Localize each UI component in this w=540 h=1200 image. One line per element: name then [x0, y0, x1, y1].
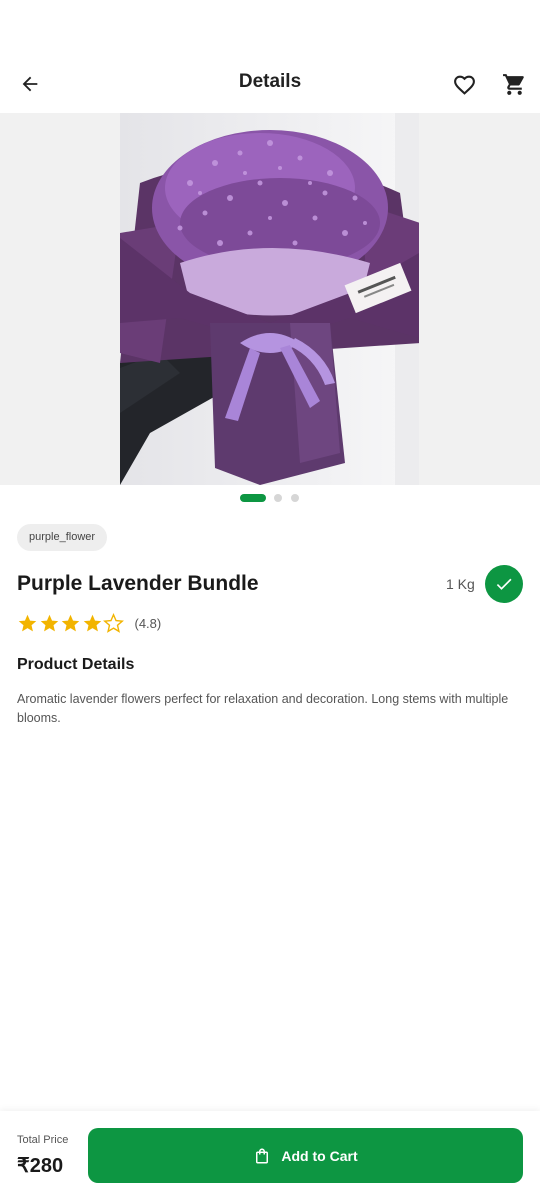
- carousel-dot[interactable]: [291, 494, 299, 502]
- star-filled-icon: [61, 614, 80, 631]
- cart-button[interactable]: [499, 69, 529, 99]
- product-photo: [120, 113, 419, 485]
- cart-icon: [502, 73, 524, 95]
- product-details-heading: Product Details: [17, 656, 135, 673]
- total-price-label: Total Price: [17, 1134, 69, 1146]
- add-to-cart-label: Add to Cart: [281, 1147, 358, 1164]
- total-price-value: ₹280: [17, 1155, 64, 1177]
- category-tag-chip[interactable]: purple_flower: [17, 524, 108, 551]
- star-filled-icon: [18, 614, 37, 631]
- star-filled-icon: [83, 614, 101, 631]
- top-app-bar: Details: [0, 58, 540, 108]
- star-outline-icon: [103, 612, 124, 633]
- product-details-page: Details purple_flower Purple Lavender Bu…: [0, 0, 540, 1200]
- product-image-carousel[interactable]: [0, 113, 540, 485]
- carousel-dot-active[interactable]: [240, 494, 266, 502]
- product-description: Aromatic lavender flowers perfect for re…: [17, 692, 509, 725]
- add-to-cart-button[interactable]: Add to Cart: [88, 1128, 523, 1183]
- product-name: Purple Lavender Bundle: [17, 572, 259, 595]
- select-check-button[interactable]: [485, 565, 523, 603]
- rating-value: (4.8): [134, 615, 162, 631]
- checkmark-icon: [496, 578, 512, 590]
- carousel-indicator: [0, 493, 540, 503]
- rating-stars: (4.8): [17, 612, 161, 634]
- star-filled-icon: [40, 614, 58, 631]
- checkout-bar: Total Price ₹280 Add to Cart: [0, 1111, 540, 1200]
- carousel-dot[interactable]: [274, 494, 282, 502]
- heart-outline-icon: [453, 75, 475, 95]
- product-weight: 1 Kg: [446, 576, 475, 592]
- favorite-button[interactable]: [449, 69, 479, 99]
- shopping-bag-icon: [253, 1147, 271, 1165]
